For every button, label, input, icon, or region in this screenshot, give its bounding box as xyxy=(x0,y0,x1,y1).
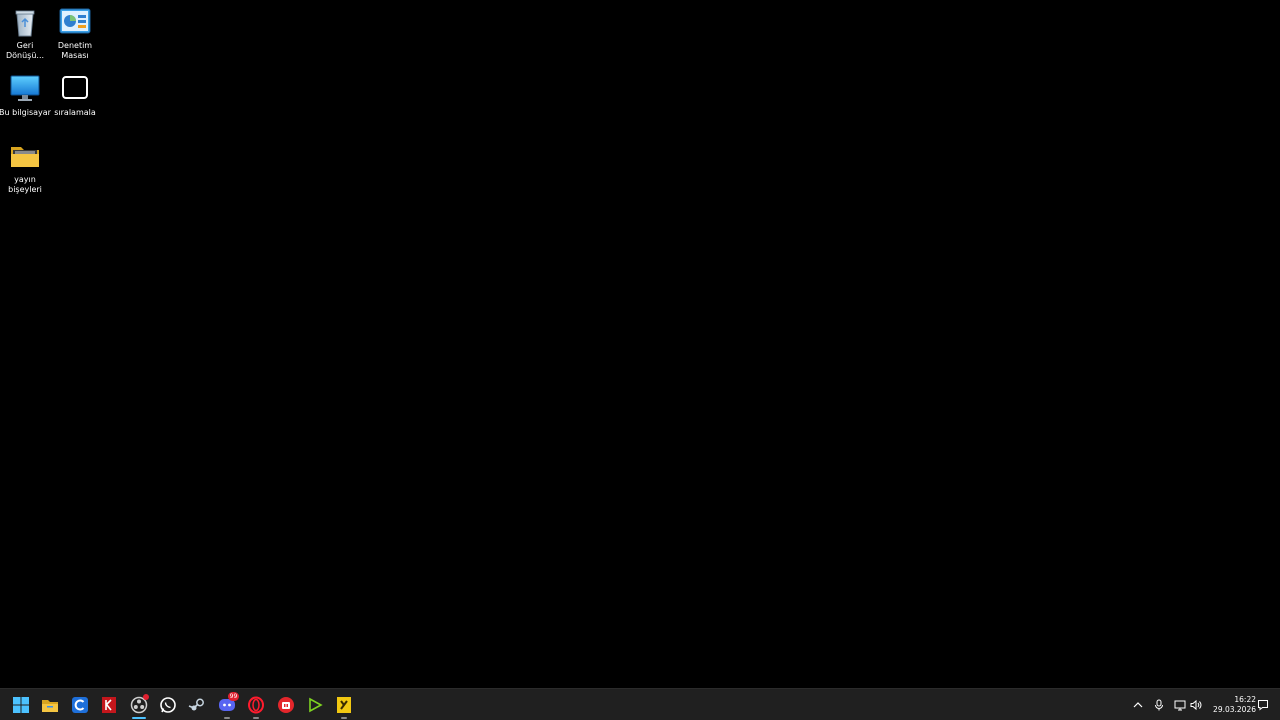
microphone-button[interactable] xyxy=(1151,697,1167,713)
network-button[interactable] xyxy=(1172,697,1188,713)
opera-icon xyxy=(247,696,265,714)
shortcut-window-icon xyxy=(59,73,91,105)
clock-date: 29.03.2026 xyxy=(1213,705,1256,714)
desktop-icon-control-panel[interactable]: Denetim Masası xyxy=(50,6,100,61)
notification-icon xyxy=(1257,696,1269,715)
notification-center-button[interactable] xyxy=(1255,697,1271,713)
app-red-round-icon xyxy=(277,696,295,714)
taskbar-app-opera[interactable] xyxy=(243,693,269,719)
taskbar-app-play[interactable] xyxy=(302,693,328,717)
recording-indicator xyxy=(143,694,149,700)
desktop-icon-label: Geri Dönüşü... xyxy=(5,41,45,60)
desktop-icon-label: Denetim Masası xyxy=(57,41,93,60)
app-c-icon xyxy=(71,696,89,714)
show-hidden-icons-button[interactable] xyxy=(1130,697,1146,713)
taskbar-app-yellow[interactable] xyxy=(331,693,357,719)
play-icon xyxy=(306,696,324,714)
desktop-icon-label: yayın bişeyleri xyxy=(8,175,42,194)
taskbar: 99 16:22 29.03.2026 xyxy=(0,688,1280,720)
desktop-icon-siralamala[interactable]: sıralamala xyxy=(50,73,100,118)
chevron-up-icon xyxy=(1132,696,1144,715)
desktop-icon-recycle-bin[interactable]: Geri Dönüşü... xyxy=(0,6,50,61)
taskbar-app-red-round[interactable] xyxy=(273,693,299,717)
desktop-icon-label: Bu bilgisayar xyxy=(0,108,51,117)
taskbar-app-file-explorer[interactable] xyxy=(37,693,63,717)
network-icon xyxy=(1174,696,1186,715)
this-pc-icon xyxy=(9,73,41,105)
clock[interactable]: 16:22 29.03.2026 xyxy=(1206,695,1256,715)
folder-icon xyxy=(9,140,41,172)
start-button[interactable] xyxy=(8,693,34,717)
app-red-icon xyxy=(100,696,118,714)
steam-icon xyxy=(188,696,206,714)
whatsapp-icon xyxy=(159,696,177,714)
desktop-icon-this-pc[interactable]: Bu bilgisayar xyxy=(0,73,51,118)
volume-button[interactable] xyxy=(1188,697,1204,713)
desktop-icon-label: sıralamala xyxy=(54,108,96,117)
running-indicator xyxy=(253,717,259,719)
windows-start-icon xyxy=(12,696,30,714)
desktop: Geri Dönüşü... Denetim Masası Bu bilgisa… xyxy=(0,0,1280,688)
speaker-icon xyxy=(1190,696,1202,715)
taskbar-app-obs[interactable] xyxy=(126,693,152,719)
running-indicator xyxy=(341,717,347,719)
app-yellow-icon xyxy=(335,696,353,714)
taskbar-app-steam[interactable] xyxy=(184,693,210,717)
taskbar-app-whatsapp[interactable] xyxy=(155,693,181,717)
taskbar-app-red[interactable] xyxy=(96,693,122,717)
recycle-bin-icon xyxy=(9,6,41,38)
running-indicator xyxy=(132,717,146,719)
running-indicator xyxy=(224,717,230,719)
taskbar-app-blue-c[interactable] xyxy=(67,693,93,717)
clock-time: 16:22 xyxy=(1234,695,1256,704)
desktop-icon-yayin-biseyleri[interactable]: yayın bişeyleri xyxy=(0,140,50,195)
microphone-icon xyxy=(1153,696,1165,715)
taskbar-app-discord[interactable]: 99 xyxy=(214,692,240,719)
folder-icon xyxy=(41,696,59,714)
notification-badge: 99 xyxy=(228,692,239,701)
control-panel-icon xyxy=(59,6,91,38)
